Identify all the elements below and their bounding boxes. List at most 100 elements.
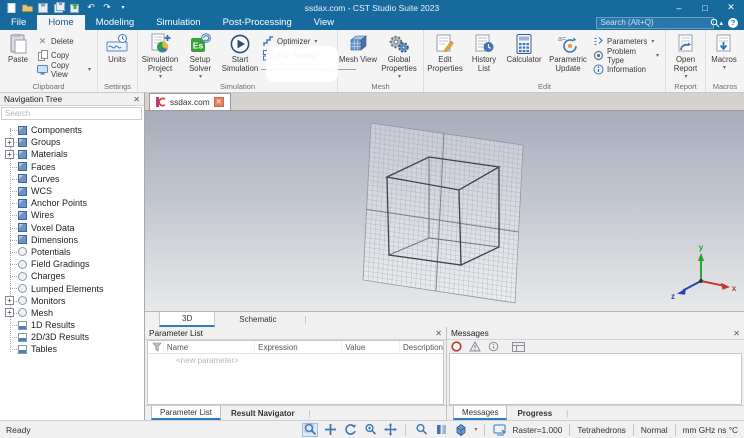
history-list-button[interactable]: History List bbox=[465, 31, 503, 81]
minimize-button[interactable]: – bbox=[666, 0, 692, 15]
raster-icon[interactable] bbox=[492, 423, 508, 437]
information-button[interactable]: Information bbox=[591, 63, 661, 76]
undo-icon[interactable]: ↶ bbox=[85, 2, 97, 13]
tree-item-tables[interactable]: Tables bbox=[0, 343, 144, 355]
tab-home[interactable]: Home bbox=[37, 15, 85, 30]
tree-item-wires[interactable]: Wires bbox=[0, 209, 144, 221]
tree-item-materials[interactable]: + Materials bbox=[0, 148, 144, 160]
tree-item-anchor-points[interactable]: Anchor Points bbox=[0, 197, 144, 209]
expander-icon[interactable]: + bbox=[5, 149, 14, 159]
maximize-button[interactable]: □ bbox=[692, 0, 718, 15]
tree-item-faces[interactable]: Faces bbox=[0, 161, 144, 173]
collapse-ribbon-icon[interactable]: ▴ bbox=[719, 19, 723, 27]
tab-messages[interactable]: Messages bbox=[453, 406, 508, 420]
app-search-box[interactable] bbox=[596, 16, 720, 29]
expander-icon[interactable]: + bbox=[5, 308, 14, 318]
rotate-tool-icon[interactable] bbox=[342, 423, 358, 437]
filter-icon[interactable] bbox=[148, 341, 164, 353]
tab-simulation[interactable]: Simulation bbox=[145, 15, 211, 30]
units-button[interactable]: Units bbox=[99, 31, 135, 81]
tree-item-field-gradings[interactable]: Field Gradings bbox=[0, 258, 144, 270]
tree-item-monitors[interactable]: + Monitors bbox=[0, 295, 144, 307]
status-units[interactable]: mm GHz ns °C bbox=[683, 425, 738, 435]
problem-type-button[interactable]: Problem Type ▾ bbox=[591, 47, 661, 65]
messages-content[interactable] bbox=[449, 353, 742, 405]
column-expression[interactable]: Expression bbox=[255, 341, 343, 353]
status-mode[interactable]: Normal bbox=[641, 425, 668, 435]
tree-item-curves[interactable]: Curves bbox=[0, 173, 144, 185]
tree-item-dimensions[interactable]: Dimensions bbox=[0, 234, 144, 246]
zoom-in-tool-icon[interactable] bbox=[413, 423, 429, 437]
expander-icon[interactable]: + bbox=[5, 137, 14, 147]
info-filter-icon[interactable] bbox=[488, 341, 499, 352]
open-file-icon[interactable] bbox=[21, 2, 33, 13]
delete-button[interactable]: ✕ Delete bbox=[35, 35, 93, 48]
tab-modeling[interactable]: Modeling bbox=[85, 15, 146, 30]
tree-item-lumped-elements[interactable]: Lumped Elements bbox=[0, 282, 144, 294]
tree-item-wcs[interactable]: WCS bbox=[0, 185, 144, 197]
open-report-button[interactable]: Open Report ▾ bbox=[667, 31, 704, 81]
close-icon[interactable]: ✕ bbox=[133, 95, 140, 104]
calculator-button[interactable]: Calculator bbox=[503, 31, 545, 81]
app-search-input[interactable] bbox=[600, 18, 711, 27]
parametric-update-button[interactable]: a= Parametric Update bbox=[545, 31, 591, 81]
document-close-icon[interactable]: ✕ bbox=[213, 97, 224, 107]
errors-filter-icon[interactable] bbox=[451, 341, 462, 352]
expander-icon[interactable]: + bbox=[5, 296, 14, 306]
tree-item-voxel-data[interactable]: Voxel Data bbox=[0, 222, 144, 234]
start-simulation-button[interactable]: Start Simulation bbox=[219, 31, 261, 81]
tree-search-input[interactable] bbox=[1, 107, 142, 120]
tab-post-processing[interactable]: Post-Processing bbox=[212, 15, 303, 30]
document-tab[interactable]: ssdax.com ✕ bbox=[149, 93, 231, 110]
global-properties-button[interactable]: Global Properties ▾ bbox=[377, 31, 421, 81]
zoom-window-tool-icon[interactable] bbox=[302, 422, 319, 437]
tab-parameter-list[interactable]: Parameter List bbox=[151, 406, 222, 420]
dynamic-zoom-tool-icon[interactable] bbox=[362, 423, 378, 437]
tab-result-navigator[interactable]: Result Navigator bbox=[223, 406, 303, 420]
paste-button[interactable]: Paste bbox=[1, 31, 35, 81]
tab-progress[interactable]: Progress bbox=[509, 406, 560, 420]
import-icon[interactable] bbox=[69, 2, 81, 13]
column-name[interactable]: Name bbox=[164, 341, 256, 353]
pan-tool-icon[interactable] bbox=[322, 423, 338, 437]
macros-button[interactable]: Macros ▾ bbox=[707, 31, 741, 81]
move-tool-icon[interactable] bbox=[382, 423, 398, 437]
tree-item-1d-results[interactable]: 1D Results bbox=[0, 319, 144, 331]
tree-item-groups[interactable]: + Groups bbox=[0, 136, 144, 148]
tab-file[interactable]: File bbox=[0, 15, 37, 30]
help-icon[interactable]: ? bbox=[728, 17, 738, 28]
close-icon[interactable]: ✕ bbox=[733, 329, 740, 338]
tab-view[interactable]: View bbox=[303, 15, 345, 30]
tree-item-charges[interactable]: Charges bbox=[0, 270, 144, 282]
column-value[interactable]: Value bbox=[342, 341, 400, 353]
edit-properties-button[interactable]: Edit Properties bbox=[425, 31, 465, 81]
save-icon[interactable] bbox=[37, 2, 49, 13]
bounding-box-icon[interactable] bbox=[453, 423, 469, 437]
simulation-project-button[interactable]: Simulation Project ▾ bbox=[139, 31, 181, 81]
status-raster[interactable]: Raster=1.000 bbox=[512, 425, 562, 435]
close-icon[interactable]: ✕ bbox=[435, 329, 442, 338]
qat-dropdown-icon[interactable]: ▾ bbox=[117, 2, 129, 13]
tab-schematic[interactable]: Schematic bbox=[217, 312, 298, 327]
tree-item-mesh[interactable]: + Mesh bbox=[0, 307, 144, 319]
save-all-icon[interactable] bbox=[53, 2, 65, 13]
close-button[interactable]: ✕ bbox=[718, 0, 744, 15]
column-description[interactable]: Description bbox=[400, 341, 443, 353]
warnings-filter-icon[interactable] bbox=[469, 341, 481, 352]
split-view-icon[interactable] bbox=[433, 423, 449, 437]
setup-solver-button[interactable]: Es Setup Solver ▾ bbox=[181, 31, 219, 81]
mesh-view-button[interactable]: Mesh View bbox=[339, 31, 377, 81]
dropdown-arrow-icon[interactable]: ▾ bbox=[474, 426, 477, 433]
viewport-3d[interactable]: y x z bbox=[145, 111, 744, 311]
tree-item-potentials[interactable]: Potentials bbox=[0, 246, 144, 258]
redo-icon[interactable]: ↷ bbox=[101, 2, 113, 13]
new-file-icon[interactable] bbox=[5, 2, 17, 13]
messages-panel: Messages ✕ Messages Progress | bbox=[447, 327, 744, 420]
tree-item-components[interactable]: Components bbox=[0, 124, 144, 136]
status-mesh-type[interactable]: Tetrahedrons bbox=[577, 425, 625, 435]
details-view-icon[interactable] bbox=[512, 341, 525, 352]
copy-view-button[interactable]: Copy View ▾ bbox=[35, 61, 93, 79]
new-parameter-row[interactable]: <new parameter> bbox=[148, 354, 443, 367]
tab-3d[interactable]: 3D bbox=[159, 312, 216, 327]
tree-item-2d3d-results[interactable]: 2D/3D Results bbox=[0, 331, 144, 343]
